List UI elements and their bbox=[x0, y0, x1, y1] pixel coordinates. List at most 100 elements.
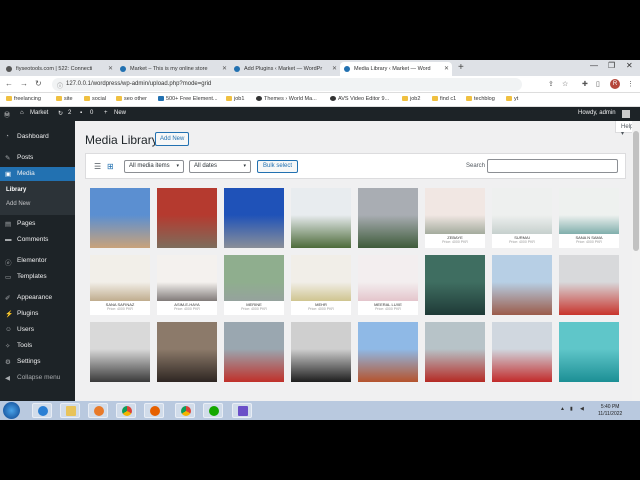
user-avatar[interactable] bbox=[622, 110, 630, 118]
bookmark-item[interactable]: yt bbox=[506, 96, 518, 102]
bookmark-item[interactable]: Themes › World Ma... bbox=[256, 96, 317, 102]
media-tile[interactable]: MEERAL LUXE Price: 4000 PKR bbox=[358, 255, 418, 315]
close-icon[interactable]: ✕ bbox=[108, 65, 113, 72]
sidebar-item-templates[interactable]: ▭ Templates bbox=[0, 270, 75, 284]
media-tile[interactable]: MEHR Price: 4000 PKR bbox=[291, 255, 351, 315]
bookmark-item[interactable]: find c1 bbox=[432, 96, 456, 102]
media-tile[interactable] bbox=[291, 322, 351, 382]
url-bar[interactable]: ⓘ 127.0.0.1/wordpress/wp-admin/upload.ph… bbox=[52, 78, 522, 91]
bulk-select-button[interactable]: Bulk select bbox=[257, 160, 299, 173]
grid-view-icon[interactable]: ⊞ bbox=[107, 162, 114, 171]
media-type-filter[interactable]: All media items ▾ bbox=[124, 160, 184, 173]
media-tile[interactable]: SANA SAFINAZ Price: 4000 PKR bbox=[90, 255, 150, 315]
browser-tab-1[interactable]: fiyseotools.com | 522: Connecti ✕ bbox=[2, 62, 116, 76]
sidebar-item-elementor[interactable]: ⓔ Elementor bbox=[0, 254, 75, 268]
media-tile[interactable]: ZEBAYE Price: 4000 PKR bbox=[425, 188, 485, 248]
firefox-icon[interactable] bbox=[144, 403, 164, 418]
submenu-add-new[interactable]: Add New bbox=[6, 201, 30, 207]
media-tile[interactable] bbox=[425, 322, 485, 382]
explorer-icon[interactable] bbox=[60, 403, 80, 418]
media-tile[interactable] bbox=[157, 322, 217, 382]
browser-tab-4-active[interactable]: Media Library ‹ Market — Word ✕ bbox=[340, 62, 452, 76]
tray-up-icon[interactable]: ▲ bbox=[560, 406, 565, 412]
start-button[interactable] bbox=[3, 402, 20, 419]
minimize-icon[interactable]: — bbox=[590, 61, 598, 70]
profile-avatar[interactable]: R bbox=[610, 79, 620, 89]
search-input[interactable] bbox=[487, 159, 618, 173]
sidebar-item-appearance[interactable]: ✐ Appearance bbox=[0, 291, 75, 305]
submenu-library[interactable]: Library bbox=[6, 187, 26, 193]
back-icon[interactable]: ← bbox=[5, 79, 13, 88]
media-tile[interactable] bbox=[358, 322, 418, 382]
reload-icon[interactable]: ↻ bbox=[35, 79, 42, 88]
browser-tab-2[interactable]: Market – This is my online store ✕ bbox=[116, 62, 230, 76]
extensions-icon[interactable]: ✚ bbox=[582, 80, 588, 88]
page-scrollbar[interactable] bbox=[632, 121, 640, 420]
media-player-icon[interactable] bbox=[88, 403, 108, 418]
sidebar-item-users[interactable]: ☺ Users bbox=[0, 323, 75, 337]
system-clock[interactable]: 5:40 PM 11/11/2022 bbox=[598, 404, 622, 418]
media-tile[interactable]: MERINE Price: 4000 PKR bbox=[224, 255, 284, 315]
app-icon[interactable] bbox=[232, 403, 252, 418]
comments-count[interactable]: 0 bbox=[90, 110, 93, 116]
close-icon[interactable]: ✕ bbox=[222, 65, 227, 72]
media-tile[interactable] bbox=[157, 188, 217, 248]
new-link[interactable]: New bbox=[114, 110, 126, 116]
share-icon[interactable]: ⇪ bbox=[548, 80, 554, 88]
sidebar-item-comments[interactable]: ▬ Comments bbox=[0, 233, 75, 247]
home-icon[interactable]: ⌂ bbox=[20, 110, 24, 116]
wordpress-logo-icon[interactable]: Ⓦ bbox=[4, 110, 10, 119]
media-tile[interactable] bbox=[90, 188, 150, 248]
media-tile[interactable] bbox=[425, 255, 485, 315]
media-tile[interactable] bbox=[224, 188, 284, 248]
scrollbar-thumb[interactable] bbox=[633, 131, 639, 251]
bookmark-star-icon[interactable]: ☆ bbox=[562, 80, 568, 88]
bookmark-item[interactable]: freelancing bbox=[6, 96, 41, 102]
bookmark-item[interactable]: AVS Video Editor 9... bbox=[330, 96, 389, 102]
new-tab-icon[interactable]: + bbox=[458, 62, 464, 73]
chrome-icon[interactable] bbox=[116, 403, 136, 418]
menu-kebab-icon[interactable]: ⋮ bbox=[627, 80, 634, 88]
plus-icon[interactable]: + bbox=[104, 110, 108, 116]
comments-icon[interactable]: ▪ bbox=[80, 110, 82, 116]
help-tab-button[interactable]: Help ▾ bbox=[615, 121, 632, 137]
site-name-link[interactable]: Market bbox=[30, 110, 48, 116]
upwork-icon[interactable] bbox=[203, 403, 223, 418]
bookmark-item[interactable]: site bbox=[56, 96, 73, 102]
date-filter[interactable]: All dates ▾ bbox=[189, 160, 251, 173]
sidepanel-icon[interactable]: ▯ bbox=[596, 80, 600, 88]
sidebar-item-dashboard[interactable]: ◔ Dashboard bbox=[0, 130, 75, 144]
list-view-icon[interactable]: ☰ bbox=[94, 162, 101, 171]
browser-tab-3[interactable]: Add Plugins ‹ Market — WordPr ✕ bbox=[230, 62, 340, 76]
ie-icon[interactable] bbox=[32, 403, 52, 418]
media-tile[interactable] bbox=[492, 322, 552, 382]
media-tile[interactable] bbox=[90, 322, 150, 382]
howdy-user[interactable]: Howdy, admin bbox=[578, 110, 616, 116]
bookmark-item[interactable]: 500+ Free Element... bbox=[158, 96, 218, 102]
media-tile[interactable] bbox=[559, 255, 619, 315]
sidebar-item-plugins[interactable]: ⚡ Plugins bbox=[0, 307, 75, 321]
media-tile[interactable] bbox=[358, 188, 418, 248]
media-tile[interactable]: ASIM-E-HAYA Price: 4000 PKR bbox=[157, 255, 217, 315]
bookmark-item[interactable]: social bbox=[84, 96, 106, 102]
sidebar-collapse-menu[interactable]: ◀ Collapse menu bbox=[0, 371, 75, 385]
media-tile[interactable] bbox=[492, 255, 552, 315]
media-tile[interactable] bbox=[224, 322, 284, 382]
updates-count[interactable]: 2 bbox=[68, 110, 71, 116]
info-icon[interactable]: ⓘ bbox=[57, 81, 63, 90]
sidebar-item-settings[interactable]: ⚙ Settings bbox=[0, 355, 75, 369]
media-tile[interactable] bbox=[559, 322, 619, 382]
close-icon[interactable]: ✕ bbox=[444, 65, 449, 72]
forward-icon[interactable]: → bbox=[20, 79, 28, 88]
bookmark-item[interactable]: seo other bbox=[116, 96, 147, 102]
sidebar-item-posts[interactable]: ✎ Posts bbox=[0, 151, 75, 165]
maximize-icon[interactable]: ❐ bbox=[608, 61, 615, 70]
sidebar-item-pages[interactable]: ▤ Pages bbox=[0, 217, 75, 231]
bookmark-item[interactable]: techblog bbox=[466, 96, 495, 102]
volume-icon[interactable]: ◀ bbox=[580, 406, 584, 412]
media-tile[interactable]: SURMAI Price: 4000 PKR bbox=[492, 188, 552, 248]
close-window-icon[interactable]: ✕ bbox=[626, 61, 633, 70]
chrome-alt-icon[interactable] bbox=[175, 403, 195, 418]
close-icon[interactable]: ✕ bbox=[332, 65, 337, 72]
bookmark-item[interactable]: job2 bbox=[402, 96, 420, 102]
